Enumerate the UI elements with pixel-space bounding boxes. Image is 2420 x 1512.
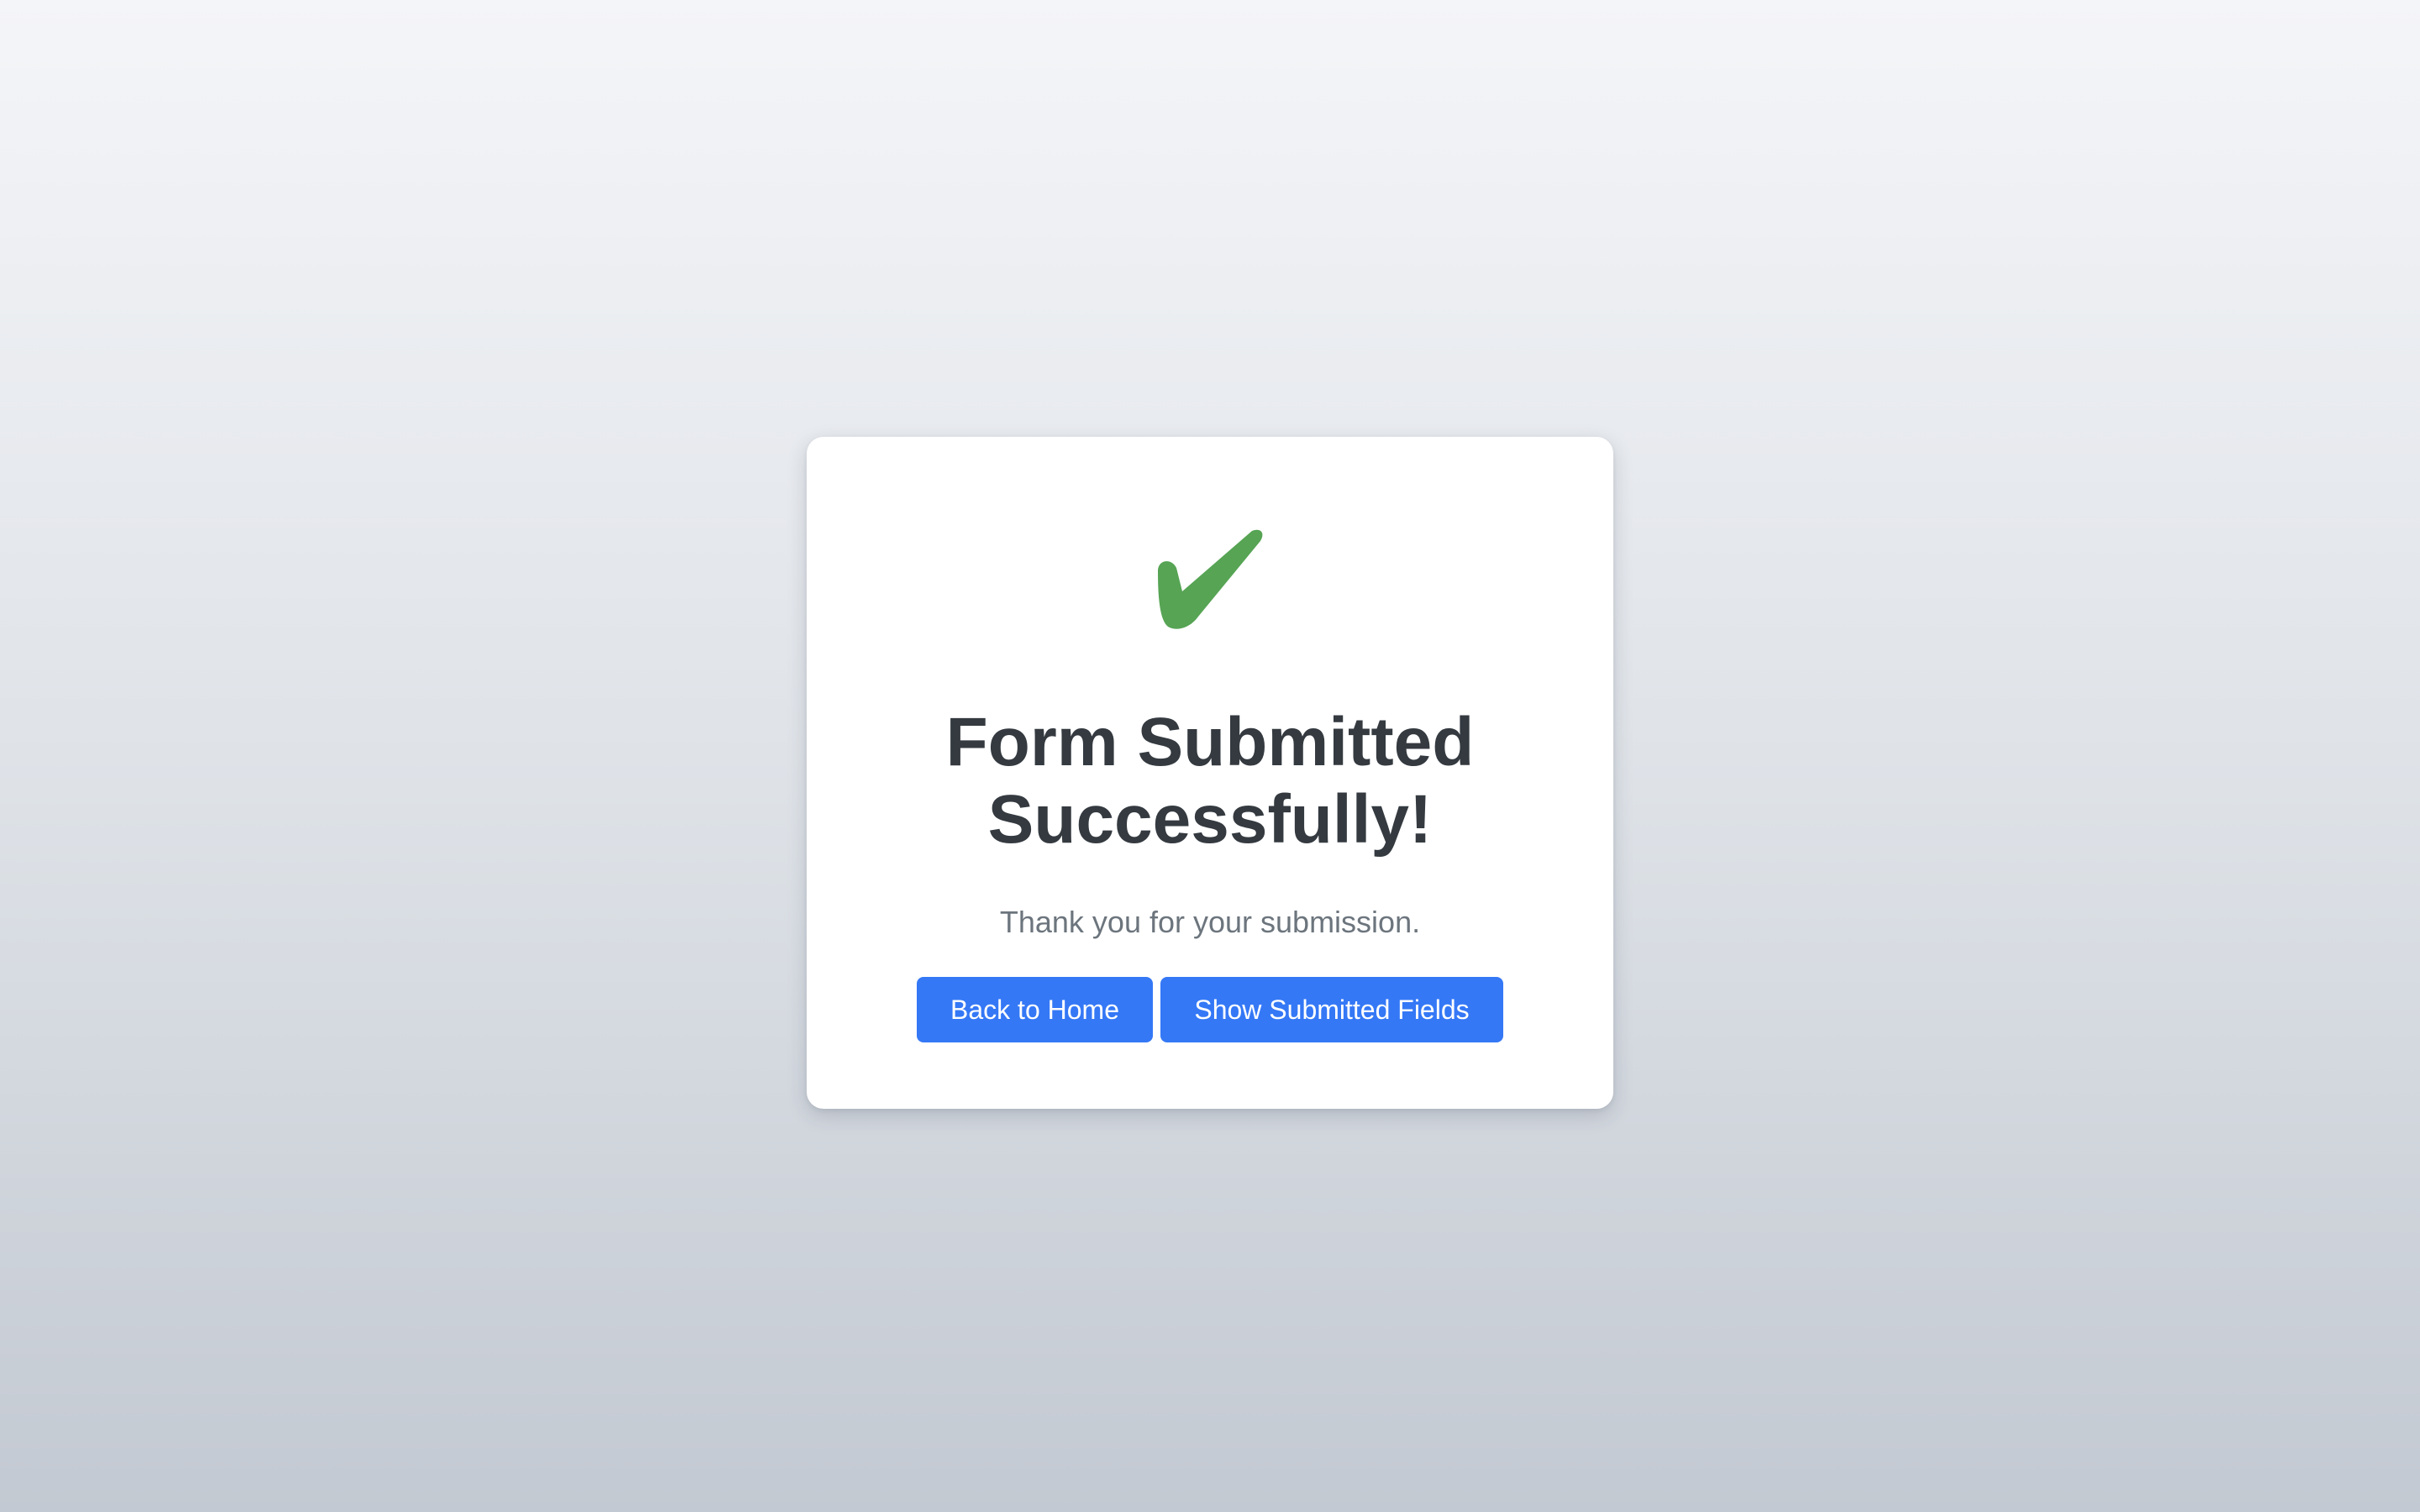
page-title: Form Submitted Successfully!	[945, 704, 1475, 858]
success-card: Form Submitted Successfully! Thank you f…	[807, 437, 1613, 1109]
back-to-home-button[interactable]: Back to Home	[917, 977, 1153, 1042]
success-check-container	[807, 529, 1613, 655]
show-submitted-fields-button[interactable]: Show Submitted Fields	[1160, 977, 1503, 1042]
check-mark-icon	[1158, 529, 1263, 629]
success-message: Thank you for your submission.	[999, 905, 1421, 939]
